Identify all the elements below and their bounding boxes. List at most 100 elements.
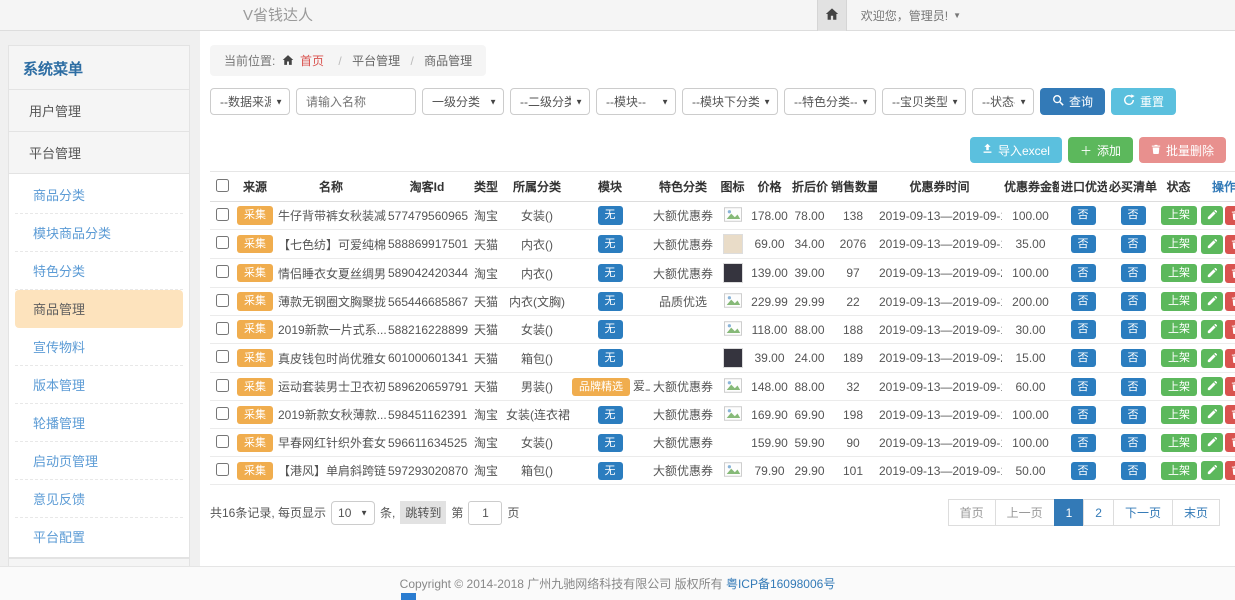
page-button-2[interactable]: 2	[1083, 499, 1114, 526]
edit-button[interactable]	[1201, 461, 1223, 480]
delete-button[interactable]	[1225, 461, 1235, 480]
breadcrumb-home-link[interactable]: 首页	[300, 54, 324, 68]
import-select-badge[interactable]: 否	[1071, 264, 1096, 282]
icp-link[interactable]: 粤ICP备16098006号	[726, 577, 835, 591]
add-button[interactable]: ＋ 添加	[1068, 137, 1133, 163]
status-badge[interactable]: 上架	[1161, 406, 1197, 424]
page-button-1[interactable]: 1	[1054, 499, 1085, 526]
status-badge[interactable]: 上架	[1161, 292, 1197, 310]
import-select-badge[interactable]: 否	[1071, 320, 1096, 338]
sidebar-item-版本管理[interactable]: 版本管理	[15, 366, 183, 404]
batch-delete-button[interactable]: 批量删除	[1139, 137, 1226, 163]
status-badge[interactable]: 上架	[1161, 264, 1197, 282]
edit-button[interactable]	[1201, 264, 1223, 283]
edit-button[interactable]	[1201, 433, 1223, 452]
jump-page-input[interactable]	[468, 501, 502, 525]
row-checkbox[interactable]	[216, 236, 229, 249]
must-buy-badge[interactable]: 否	[1121, 349, 1146, 367]
page-button-末页[interactable]: 末页	[1172, 499, 1220, 526]
edit-button[interactable]	[1201, 349, 1223, 368]
page-button-下一页[interactable]: 下一页	[1113, 499, 1173, 526]
row-checkbox[interactable]	[216, 463, 229, 476]
feature-category-select[interactable]: --特色分类--	[784, 88, 876, 115]
per-page-select[interactable]: 10	[331, 501, 375, 525]
sidebar-item-模块商品分类[interactable]: 模块商品分类	[15, 214, 183, 252]
row-checkbox[interactable]	[216, 294, 229, 307]
import-select-badge[interactable]: 否	[1071, 434, 1096, 452]
level2-category-select[interactable]: --二级分类--	[510, 88, 590, 115]
sidebar-item-平台配置[interactable]: 平台配置	[15, 518, 183, 555]
delete-button[interactable]	[1225, 405, 1235, 424]
data-source-select[interactable]: --数据来源--	[210, 88, 290, 115]
import-select-badge[interactable]: 否	[1071, 378, 1096, 396]
delete-button[interactable]	[1225, 206, 1235, 225]
row-checkbox[interactable]	[216, 322, 229, 335]
reset-button[interactable]: 重置	[1111, 88, 1176, 115]
must-buy-badge[interactable]: 否	[1121, 406, 1146, 424]
page-button-上一页[interactable]: 上一页	[995, 499, 1055, 526]
status-select[interactable]: --状态--	[972, 88, 1034, 115]
must-buy-badge[interactable]: 否	[1121, 206, 1146, 224]
status-badge[interactable]: 上架	[1161, 235, 1197, 253]
must-buy-badge[interactable]: 否	[1121, 320, 1146, 338]
status-badge[interactable]: 上架	[1161, 378, 1197, 396]
sidebar-group-user-management[interactable]: 用户管理	[8, 89, 190, 131]
row-checkbox[interactable]	[216, 350, 229, 363]
row-checkbox[interactable]	[216, 379, 229, 392]
edit-button[interactable]	[1201, 405, 1223, 424]
import-select-badge[interactable]: 否	[1071, 462, 1096, 480]
row-checkbox[interactable]	[216, 208, 229, 221]
delete-button[interactable]	[1225, 433, 1235, 452]
page-button-首页[interactable]: 首页	[948, 499, 996, 526]
delete-button[interactable]	[1225, 349, 1235, 368]
row-checkbox[interactable]	[216, 435, 229, 448]
import-select-badge[interactable]: 否	[1071, 349, 1096, 367]
user-menu[interactable]: 欢迎您，管理员! ▼	[847, 0, 975, 31]
status-badge[interactable]: 上架	[1161, 320, 1197, 338]
delete-button[interactable]	[1225, 235, 1235, 254]
search-button[interactable]: 查询	[1040, 88, 1105, 115]
import-excel-button[interactable]: 导入excel	[970, 137, 1062, 163]
status-badge[interactable]: 上架	[1161, 462, 1197, 480]
sidebar-item-商品分类[interactable]: 商品分类	[15, 176, 183, 214]
status-badge[interactable]: 上架	[1161, 206, 1197, 224]
name-search-input[interactable]	[296, 88, 416, 115]
must-buy-badge[interactable]: 否	[1121, 434, 1146, 452]
delete-button[interactable]	[1225, 264, 1235, 283]
edit-button[interactable]	[1201, 320, 1223, 339]
must-buy-badge[interactable]: 否	[1121, 235, 1146, 253]
module-select[interactable]: --模块--	[596, 88, 676, 115]
import-select-badge[interactable]: 否	[1071, 406, 1096, 424]
edit-button[interactable]	[1201, 235, 1223, 254]
level1-category-select[interactable]: 一级分类	[422, 88, 504, 115]
sidebar-group-platform-management[interactable]: 平台管理	[8, 131, 190, 173]
sidebar-item-意见反馈[interactable]: 意见反馈	[15, 480, 183, 518]
home-button[interactable]	[817, 0, 847, 31]
module-subcategory-select[interactable]: --模块下分类--	[682, 88, 778, 115]
sidebar-item-宣传物料[interactable]: 宣传物料	[15, 328, 183, 366]
edit-button[interactable]	[1201, 377, 1223, 396]
row-checkbox[interactable]	[216, 265, 229, 278]
select-all-checkbox[interactable]	[216, 179, 229, 192]
import-select-badge[interactable]: 否	[1071, 235, 1096, 253]
sidebar-item-特色分类[interactable]: 特色分类	[15, 252, 183, 290]
must-buy-badge[interactable]: 否	[1121, 292, 1146, 310]
must-buy-badge[interactable]: 否	[1121, 378, 1146, 396]
import-select-badge[interactable]: 否	[1071, 292, 1096, 310]
row-checkbox[interactable]	[216, 407, 229, 420]
status-badge[interactable]: 上架	[1161, 434, 1197, 452]
must-buy-badge[interactable]: 否	[1121, 462, 1146, 480]
delete-button[interactable]	[1225, 292, 1235, 311]
delete-button[interactable]	[1225, 320, 1235, 339]
edit-button[interactable]	[1201, 206, 1223, 225]
edit-button[interactable]	[1201, 292, 1223, 311]
sidebar-item-商品管理[interactable]: 商品管理	[15, 290, 183, 328]
item-type-select[interactable]: --宝贝类型--	[882, 88, 966, 115]
import-select-badge[interactable]: 否	[1071, 206, 1096, 224]
delete-button[interactable]	[1225, 377, 1235, 396]
must-buy-badge[interactable]: 否	[1121, 264, 1146, 282]
status-badge[interactable]: 上架	[1161, 349, 1197, 367]
sidebar-item-启动页管理[interactable]: 启动页管理	[15, 442, 183, 480]
sidebar-item-轮播管理[interactable]: 轮播管理	[15, 404, 183, 442]
floating-button-partial[interactable]	[401, 593, 416, 600]
